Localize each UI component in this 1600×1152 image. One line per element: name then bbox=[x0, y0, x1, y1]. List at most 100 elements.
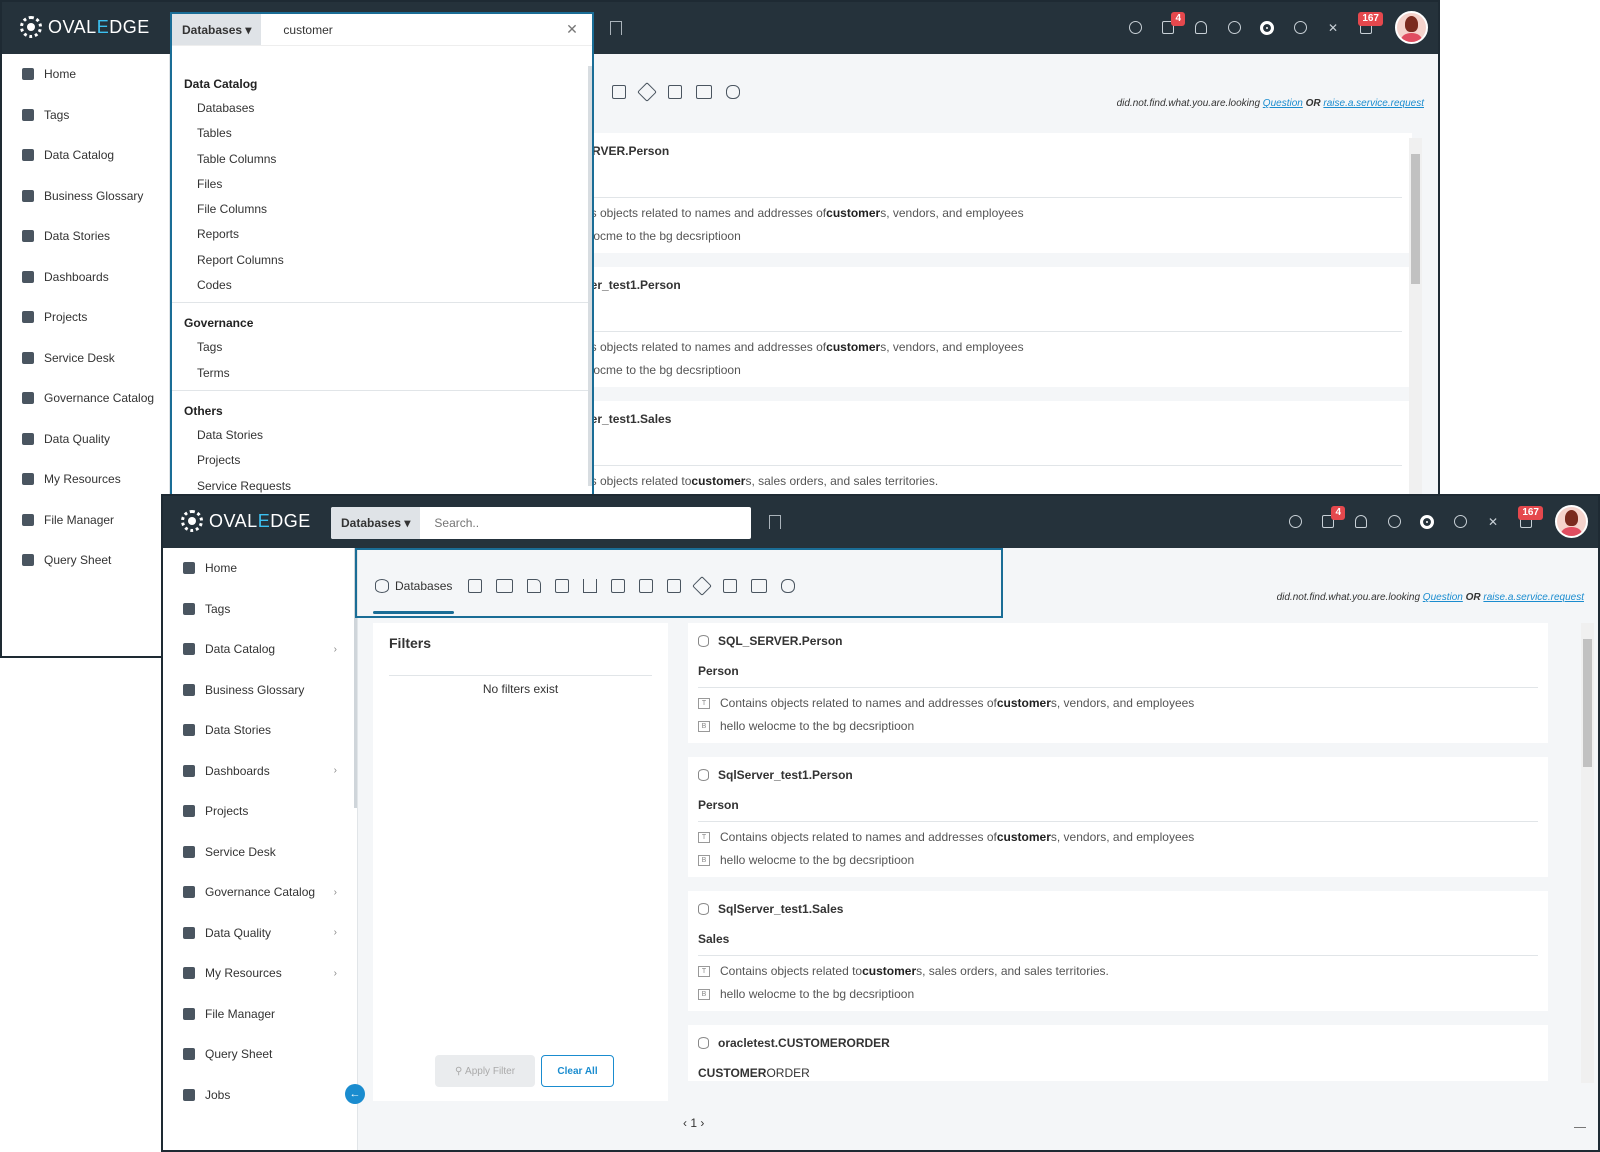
search-input[interactable]: customer bbox=[261, 14, 552, 45]
chrome-icon[interactable] bbox=[1258, 19, 1276, 37]
bookmark-icon[interactable] bbox=[769, 515, 781, 529]
clear-all-button[interactable]: Clear All bbox=[541, 1055, 614, 1087]
tab-service-requests[interactable] bbox=[781, 572, 796, 600]
service-desk-icon[interactable] bbox=[1192, 19, 1210, 37]
next-page-icon[interactable]: › bbox=[700, 1116, 704, 1130]
tab-files[interactable] bbox=[527, 572, 542, 600]
sidebar-item-governance-catalog[interactable]: Governance Catalog bbox=[2, 378, 169, 419]
sidebar-item-home[interactable]: Home bbox=[2, 54, 169, 95]
tab-service-requests[interactable] bbox=[726, 78, 740, 106]
result-card[interactable]: SqlServer_test1.Sales Sales T Contains obje… bbox=[688, 891, 1548, 1011]
tasks-icon[interactable]: 4 bbox=[1159, 11, 1185, 37]
result-title[interactable]: SqlServer_test1.Sales bbox=[698, 901, 1538, 917]
fullscreen-icon[interactable]: ✕ bbox=[1484, 513, 1502, 531]
sidebar-item-data-catalog[interactable]: Data Catalog › bbox=[163, 629, 357, 670]
bookmark-icon[interactable] bbox=[610, 21, 622, 35]
tab-codes[interactable] bbox=[639, 572, 654, 600]
tab-reports[interactable] bbox=[583, 572, 598, 600]
info-icon[interactable] bbox=[1225, 19, 1243, 37]
search-input[interactable] bbox=[420, 507, 751, 539]
sidebar-item-query-sheet[interactable]: Query Sheet bbox=[2, 540, 169, 581]
page-number[interactable]: 1 bbox=[690, 1116, 697, 1130]
apply-filter-button[interactable]: ⚲ Apply Filter bbox=[435, 1055, 535, 1087]
result-title[interactable]: oracletest. CUSTOMER ORDER bbox=[698, 1035, 1538, 1051]
sidebar-item-service-desk[interactable]: Service Desk bbox=[2, 338, 169, 379]
tab-file-columns[interactable] bbox=[555, 572, 570, 600]
dashboard-gauge-icon[interactable] bbox=[1126, 19, 1144, 37]
results-scrollbar[interactable] bbox=[1581, 623, 1594, 1083]
raise-service-request-link[interactable]: raise.a.service.request bbox=[1483, 592, 1584, 603]
sidebar-item-business-glossary[interactable]: Business Glossary bbox=[163, 670, 357, 711]
sidebar-item-my-resources[interactable]: My Resources bbox=[2, 459, 169, 500]
dropdown-option[interactable]: Codes bbox=[172, 273, 592, 298]
result-title[interactable]: ERVER.Person bbox=[584, 143, 1402, 159]
sidebar-item-tags[interactable]: Tags bbox=[163, 589, 357, 630]
tab-terms[interactable] bbox=[668, 78, 682, 106]
sidebar-item-projects[interactable]: Projects bbox=[163, 791, 357, 832]
dropdown-option[interactable]: Projects bbox=[172, 448, 592, 473]
result-card[interactable]: SQL_SERVER.Person Person T Contains objects… bbox=[688, 623, 1548, 743]
dropdown-option[interactable]: Tables bbox=[172, 121, 592, 146]
sidebar-item-data-stories[interactable]: Data Stories bbox=[163, 710, 357, 751]
tab-table-columns[interactable] bbox=[496, 572, 514, 600]
result-card[interactable]: ver_test1.Person ns objects related to na… bbox=[584, 267, 1412, 387]
info-icon[interactable] bbox=[1385, 513, 1403, 531]
result-title[interactable]: ver_test1.Person bbox=[584, 277, 1402, 293]
dropdown-option[interactable]: Files bbox=[172, 172, 592, 197]
oval-edge-logo[interactable]: OVALEDGE bbox=[20, 16, 150, 38]
tab-reports-folder[interactable] bbox=[667, 572, 682, 600]
sidebar-item-tags[interactable]: Tags bbox=[2, 95, 169, 136]
chrome-icon[interactable] bbox=[1418, 513, 1436, 531]
user-avatar[interactable] bbox=[1555, 505, 1588, 538]
sidebar-item-projects[interactable]: Projects bbox=[2, 297, 169, 338]
dropdown-option[interactable]: Report Columns bbox=[172, 248, 592, 273]
search-type-select[interactable]: Databases ▾ bbox=[331, 507, 421, 539]
inbox-icon[interactable]: 167 bbox=[1517, 505, 1543, 531]
fullscreen-icon[interactable]: ✕ bbox=[1324, 19, 1342, 37]
oval-edge-logo[interactable]: OVALEDGE bbox=[181, 510, 311, 532]
question-link[interactable]: Question bbox=[1263, 98, 1303, 109]
dropdown-option[interactable]: Data Stories bbox=[172, 423, 592, 448]
sidebar-item-business-glossary[interactable]: Business Glossary bbox=[2, 176, 169, 217]
sidebar-item-data-quality[interactable]: Data Quality › bbox=[163, 913, 357, 954]
sidebar-item-service-desk[interactable]: Service Desk bbox=[163, 832, 357, 873]
tab-tags[interactable] bbox=[637, 78, 657, 106]
sidebar-item-file-manager[interactable]: File Manager bbox=[2, 500, 169, 541]
sidebar-item-data-stories[interactable]: Data Stories bbox=[2, 216, 169, 257]
sidebar-item-query-sheet[interactable]: Query Sheet bbox=[163, 1034, 357, 1075]
dropdown-option[interactable]: Databases bbox=[172, 96, 592, 121]
tab-stories[interactable] bbox=[751, 572, 768, 600]
result-title[interactable]: ver_test1.Sales bbox=[584, 411, 1402, 427]
tab-terms[interactable] bbox=[723, 572, 738, 600]
sidebar-item-home[interactable]: Home bbox=[163, 548, 357, 589]
tab-stories[interactable] bbox=[696, 78, 712, 106]
sidebar-item-data-quality[interactable]: Data Quality bbox=[2, 419, 169, 460]
result-card[interactable]: ERVER.Person ns objects related to names … bbox=[584, 133, 1412, 253]
inbox-icon[interactable]: 167 bbox=[1357, 11, 1383, 37]
tasks-icon[interactable]: 4 bbox=[1319, 505, 1345, 531]
dropdown-option[interactable]: Tags bbox=[172, 335, 592, 360]
result-title[interactable]: SqlServer_test1.Person bbox=[698, 767, 1538, 783]
sidebar-item-my-resources[interactable]: My Resources › bbox=[163, 953, 357, 994]
raise-service-request-link[interactable]: raise.a.service.request bbox=[1323, 98, 1424, 109]
service-desk-icon[interactable] bbox=[1352, 513, 1370, 531]
dropdown-option[interactable]: Table Columns bbox=[172, 147, 592, 172]
tab-tables[interactable] bbox=[468, 572, 483, 600]
clear-search-icon[interactable]: ✕ bbox=[552, 14, 592, 45]
dashboard-gauge-icon[interactable] bbox=[1286, 513, 1304, 531]
dropdown-option[interactable]: Reports bbox=[172, 222, 592, 247]
sidebar-item-dashboards[interactable]: Dashboards › bbox=[163, 751, 357, 792]
user-avatar[interactable] bbox=[1395, 11, 1428, 44]
dropdown-option[interactable]: File Columns bbox=[172, 197, 592, 222]
collapse-sidebar-button[interactable]: ← bbox=[345, 1084, 365, 1104]
result-title[interactable]: SQL_SERVER.Person bbox=[698, 633, 1538, 649]
help-icon[interactable] bbox=[1451, 513, 1469, 531]
sidebar-item-dashboards[interactable]: Dashboards bbox=[2, 257, 169, 298]
prev-page-icon[interactable]: ‹ bbox=[683, 1116, 687, 1130]
sidebar-item-data-catalog[interactable]: Data Catalog bbox=[2, 135, 169, 176]
download-icon[interactable] bbox=[1574, 1116, 1586, 1128]
tab-tags[interactable] bbox=[692, 572, 713, 600]
dropdown-scrollbar[interactable] bbox=[588, 66, 592, 486]
tab-report-columns[interactable] bbox=[611, 572, 626, 600]
tab-reports-folder[interactable] bbox=[612, 78, 626, 106]
